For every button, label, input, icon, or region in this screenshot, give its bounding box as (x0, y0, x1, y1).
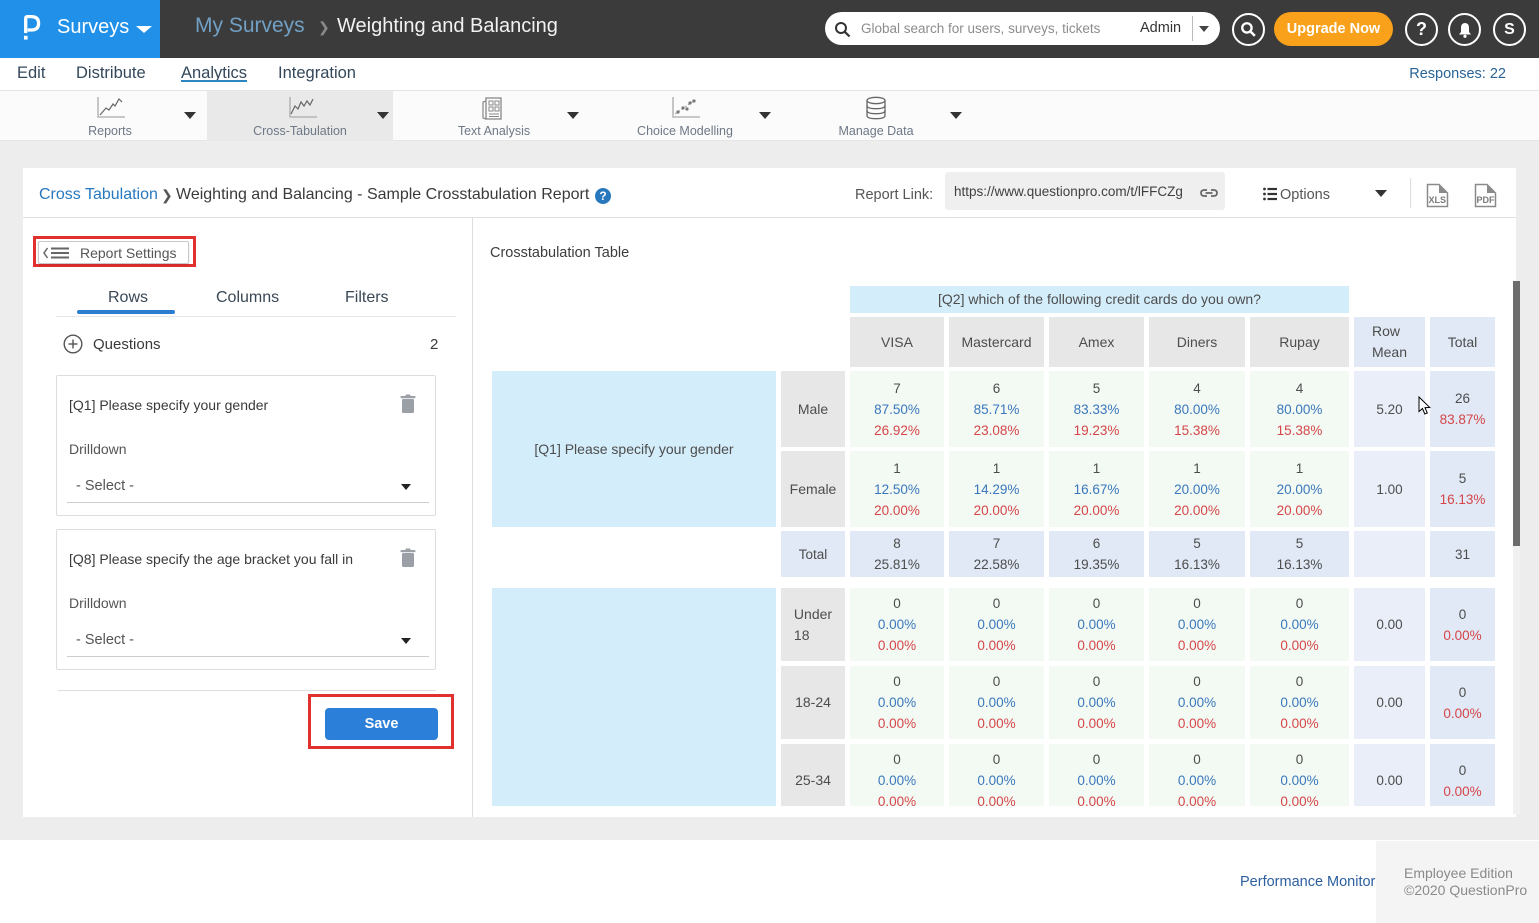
svg-text:XLS: XLS (1429, 195, 1447, 205)
svg-text:PDF: PDF (1477, 195, 1496, 205)
